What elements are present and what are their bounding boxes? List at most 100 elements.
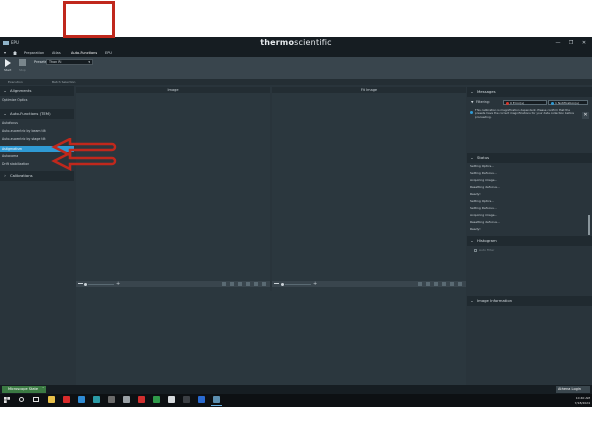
chevron-down-icon: ⌄ [3, 88, 7, 93]
error-icon [505, 102, 509, 105]
chevron-down-icon: ⌄ [3, 111, 7, 116]
app-taskbar-icon[interactable] [168, 396, 175, 403]
brand-logo: thermoscientific [260, 38, 332, 47]
tab-epu[interactable]: EPU [105, 49, 112, 57]
errors-filter-button[interactable]: 0 Error(s) [503, 100, 547, 105]
tab-auto-functions[interactable]: Auto-Functions [71, 49, 97, 57]
tool-icon-2[interactable] [230, 282, 234, 286]
tab-preparation[interactable]: Preparation [24, 49, 44, 57]
status-line: Resetting defocus... [470, 220, 500, 224]
chevron-down-icon: ⌄ [470, 155, 474, 160]
file-explorer-icon[interactable] [48, 396, 55, 403]
status-line: Setting Defocus... [470, 206, 497, 210]
system-clock[interactable]: 10:40 AM 7/18/2024 [568, 394, 592, 407]
tool-icon-4[interactable] [246, 282, 250, 286]
zoom-slider[interactable] [281, 282, 284, 286]
list-item-eucentric-stage[interactable]: Auto-eucentric by stage tilt [2, 137, 46, 142]
section-histogram[interactable]: ⌄ Histogram [467, 236, 592, 246]
presets-select[interactable]: Thon Ri ▾ [46, 59, 93, 65]
tab-atlas[interactable]: Atlas [52, 49, 61, 57]
section-auto-functions[interactable]: ⌄ Auto-Functions (TEM) [0, 109, 74, 119]
zoom-slider[interactable] [84, 282, 87, 286]
annotation-arrows [51, 138, 117, 172]
zoom-in-icon[interactable]: + [313, 281, 317, 287]
start-icon[interactable] [5, 59, 11, 67]
tool-icon-1[interactable] [222, 282, 226, 286]
stop-icon[interactable] [19, 59, 26, 66]
app-taskbar-icon[interactable] [78, 396, 85, 403]
chevron-down-icon: ▾ [88, 60, 90, 64]
section-messages[interactable]: ⌄ Messages [467, 87, 592, 97]
pdf-reader-icon[interactable] [63, 396, 70, 403]
info-icon [550, 102, 554, 105]
status-line: Acquiring image... [470, 213, 498, 217]
notification-message: This calibration is magnification depend… [475, 108, 575, 119]
tool-icon-3[interactable] [434, 282, 438, 286]
minimize-button[interactable]: — [553, 37, 563, 49]
tool-icon-6[interactable] [262, 282, 266, 286]
status-scrollbar[interactable] [588, 215, 590, 235]
zoom-track [285, 283, 311, 284]
filtering-label: Filtering: [476, 100, 490, 104]
active-app-indicator [211, 405, 222, 406]
epu-taskbar-icon[interactable] [213, 396, 220, 403]
maximize-button[interactable]: ❐ [566, 37, 576, 49]
app-taskbar-icon[interactable] [198, 396, 205, 403]
tool-icon-6[interactable] [458, 282, 462, 286]
chevron-down-icon: ⌄ [470, 89, 474, 94]
status-line: Setting Optics... [470, 199, 495, 203]
tool-icon-4[interactable] [442, 282, 446, 286]
app-taskbar-icon[interactable] [123, 396, 130, 403]
lower-panel [76, 291, 466, 385]
microscope-state-button[interactable]: Microscope State ˄ [2, 386, 46, 393]
image-panel [76, 87, 270, 291]
arrow-autocoma-icon [51, 150, 117, 172]
app-taskbar-icon[interactable] [108, 396, 115, 403]
list-item-autofocus[interactable]: Autofocus [2, 121, 18, 126]
dismiss-notification-button[interactable]: ✕ [582, 112, 589, 119]
close-button[interactable]: ✕ [579, 37, 589, 49]
section-image-information[interactable]: ⌄ Image Information [467, 296, 592, 306]
auto-filter-label: Auto Filter [479, 248, 495, 252]
zoom-track [88, 283, 114, 284]
app-taskbar-icon[interactable] [93, 396, 100, 403]
highlight-box [63, 1, 115, 38]
chevron-right-icon: › [4, 173, 6, 178]
section-alignments[interactable]: ⌄ Alignments [0, 86, 74, 96]
app-window: EPU thermoscientific — ❐ ✕ ▾ Preparation… [0, 37, 592, 407]
status-line: Setting Optics... [470, 164, 495, 168]
list-item-optimize-optics[interactable]: Optimize Optics [2, 98, 27, 103]
list-item-drift-stabilization[interactable]: Drift stabilization [2, 162, 29, 167]
fit-image-panel [272, 87, 466, 291]
user-login-button[interactable]: Athena Login [556, 386, 590, 393]
app-taskbar-icon[interactable] [153, 396, 160, 403]
tool-icon-2[interactable] [426, 282, 430, 286]
chevron-down-icon: ⌄ [470, 298, 474, 303]
settings-icon[interactable]: ▾ [4, 51, 6, 55]
arrow-astigmatism-icon [51, 138, 117, 158]
notifications-filter-button[interactable]: 1 Notification(s) [548, 100, 588, 105]
status-line: Acquiring image... [470, 178, 498, 182]
zoom-out-icon[interactable] [274, 283, 279, 284]
app-taskbar-icon[interactable] [138, 396, 145, 403]
zoom-out-icon[interactable] [78, 283, 83, 284]
list-item-eucentric-beam[interactable]: Auto-eucentric by beam tilt [2, 129, 46, 134]
tool-icon-3[interactable] [238, 282, 242, 286]
zoom-in-icon[interactable]: + [116, 281, 120, 287]
status-line: Ready! [470, 192, 481, 196]
tool-icon-1[interactable] [418, 282, 422, 286]
search-icon[interactable] [19, 397, 24, 402]
app-taskbar-icon[interactable] [183, 396, 190, 403]
taskbar [0, 394, 592, 407]
auto-filter-checkbox[interactable] [474, 249, 477, 252]
section-status[interactable]: ⌄ Status [467, 153, 592, 163]
tool-icon-5[interactable] [450, 282, 454, 286]
chevron-up-icon: ˄ [42, 387, 44, 391]
chevron-down-icon: ⌄ [470, 238, 474, 243]
tool-icon-5[interactable] [254, 282, 258, 286]
right-panel [467, 85, 592, 385]
start-label: Start [4, 68, 12, 72]
filter-icon: ▼ [471, 100, 474, 104]
list-item-autocoma[interactable]: Autocoma [2, 154, 18, 159]
task-view-icon[interactable] [33, 397, 39, 402]
